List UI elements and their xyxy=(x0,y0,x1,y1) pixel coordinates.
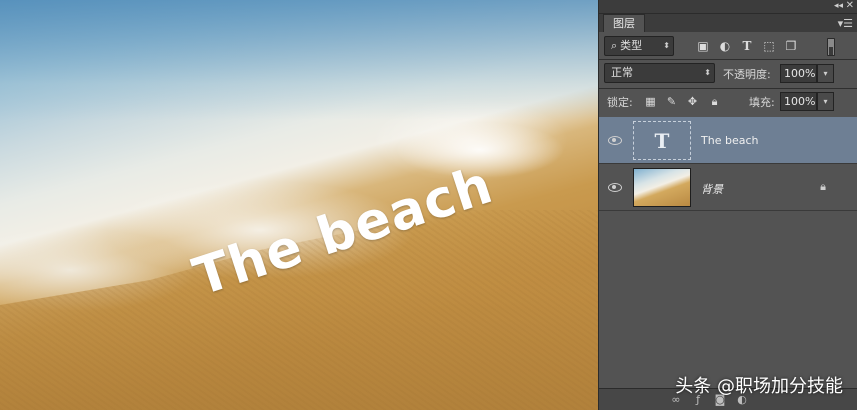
search-icon: ⌕ xyxy=(611,39,618,52)
lock-all-icon[interactable]: 🔒︎ xyxy=(708,95,721,108)
shape-filter-icon[interactable]: ⬚ xyxy=(762,39,776,53)
layers-panel: ◂◂ ✕ 图层 ▾☰ ⌕ 类型 ⬍ ▣ ◐ T ⬚ ❐ 正常 ⬍ 不透明度: 10… xyxy=(598,0,857,410)
fill-dropdown-button[interactable]: ▾ xyxy=(817,92,834,111)
layer-row-background[interactable]: 背景 🔒︎ xyxy=(599,164,857,211)
watermark-text: 头条 @职场加分技能 xyxy=(675,376,843,397)
blend-row: 正常 ⬍ 不透明度: 100% ▾ xyxy=(599,60,857,88)
lock-icon: 🔒︎ xyxy=(820,180,826,193)
eye-icon[interactable] xyxy=(608,133,622,147)
panel-top-strip: ◂◂ ✕ xyxy=(599,0,857,14)
lock-transparent-pixels-icon[interactable]: ▦ xyxy=(644,95,657,108)
opacity-dropdown-button[interactable]: ▾ xyxy=(817,64,834,83)
image-filter-icon[interactable]: ▣ xyxy=(696,39,710,53)
document-canvas[interactable]: The beach xyxy=(0,0,598,410)
lock-label: 锁定: xyxy=(607,96,633,109)
layer-filter-row: ⌕ 类型 ⬍ ▣ ◐ T ⬚ ❐ xyxy=(599,33,857,59)
eye-icon[interactable] xyxy=(608,180,622,194)
layer-row-the-beach[interactable]: T The beach xyxy=(599,117,857,164)
image-layer-thumbnail xyxy=(633,168,691,207)
type-thumbnail-glyph: T xyxy=(654,128,670,153)
panel-menu-icon[interactable]: ▾☰ xyxy=(838,17,853,30)
collapse-icon[interactable]: ◂◂ xyxy=(834,1,843,11)
blend-mode-select[interactable]: 正常 ⬍ xyxy=(604,63,715,83)
type-filter-icon[interactable]: T xyxy=(740,39,754,53)
select-arrows-icon: ⬍ xyxy=(663,41,670,50)
lock-row: 锁定: ▦ ✎ ✥ 🔒︎ 填充: 100% ▾ xyxy=(599,89,857,114)
opacity-label: 不透明度: xyxy=(723,68,771,81)
tab-layers[interactable]: 图层 xyxy=(603,14,645,32)
layers-list: T The beach 背景 🔒︎ xyxy=(599,117,857,211)
fill-field[interactable]: 100% xyxy=(780,92,817,111)
filter-toggle-switch[interactable] xyxy=(827,38,835,56)
opacity-field[interactable]: 100% xyxy=(780,64,817,83)
type-layer-thumbnail: T xyxy=(633,121,691,160)
close-icon[interactable]: ✕ xyxy=(846,0,854,11)
filter-kind-value: 类型 xyxy=(620,39,643,52)
smart-object-filter-icon[interactable]: ❐ xyxy=(784,39,798,53)
select-arrows-icon: ⬍ xyxy=(704,68,711,77)
layer-name[interactable]: The beach xyxy=(701,134,758,147)
blend-mode-value: 正常 xyxy=(611,66,633,79)
layer-name[interactable]: 背景 xyxy=(701,181,723,197)
lock-image-pixels-icon[interactable]: ✎ xyxy=(665,95,678,108)
lock-position-icon[interactable]: ✥ xyxy=(686,95,699,108)
filter-kind-select[interactable]: ⌕ 类型 ⬍ xyxy=(604,36,674,56)
fill-label: 填充: xyxy=(749,96,775,109)
adjustment-filter-icon[interactable]: ◐ xyxy=(718,39,732,53)
panel-tabbar: 图层 ▾☰ xyxy=(599,14,857,32)
